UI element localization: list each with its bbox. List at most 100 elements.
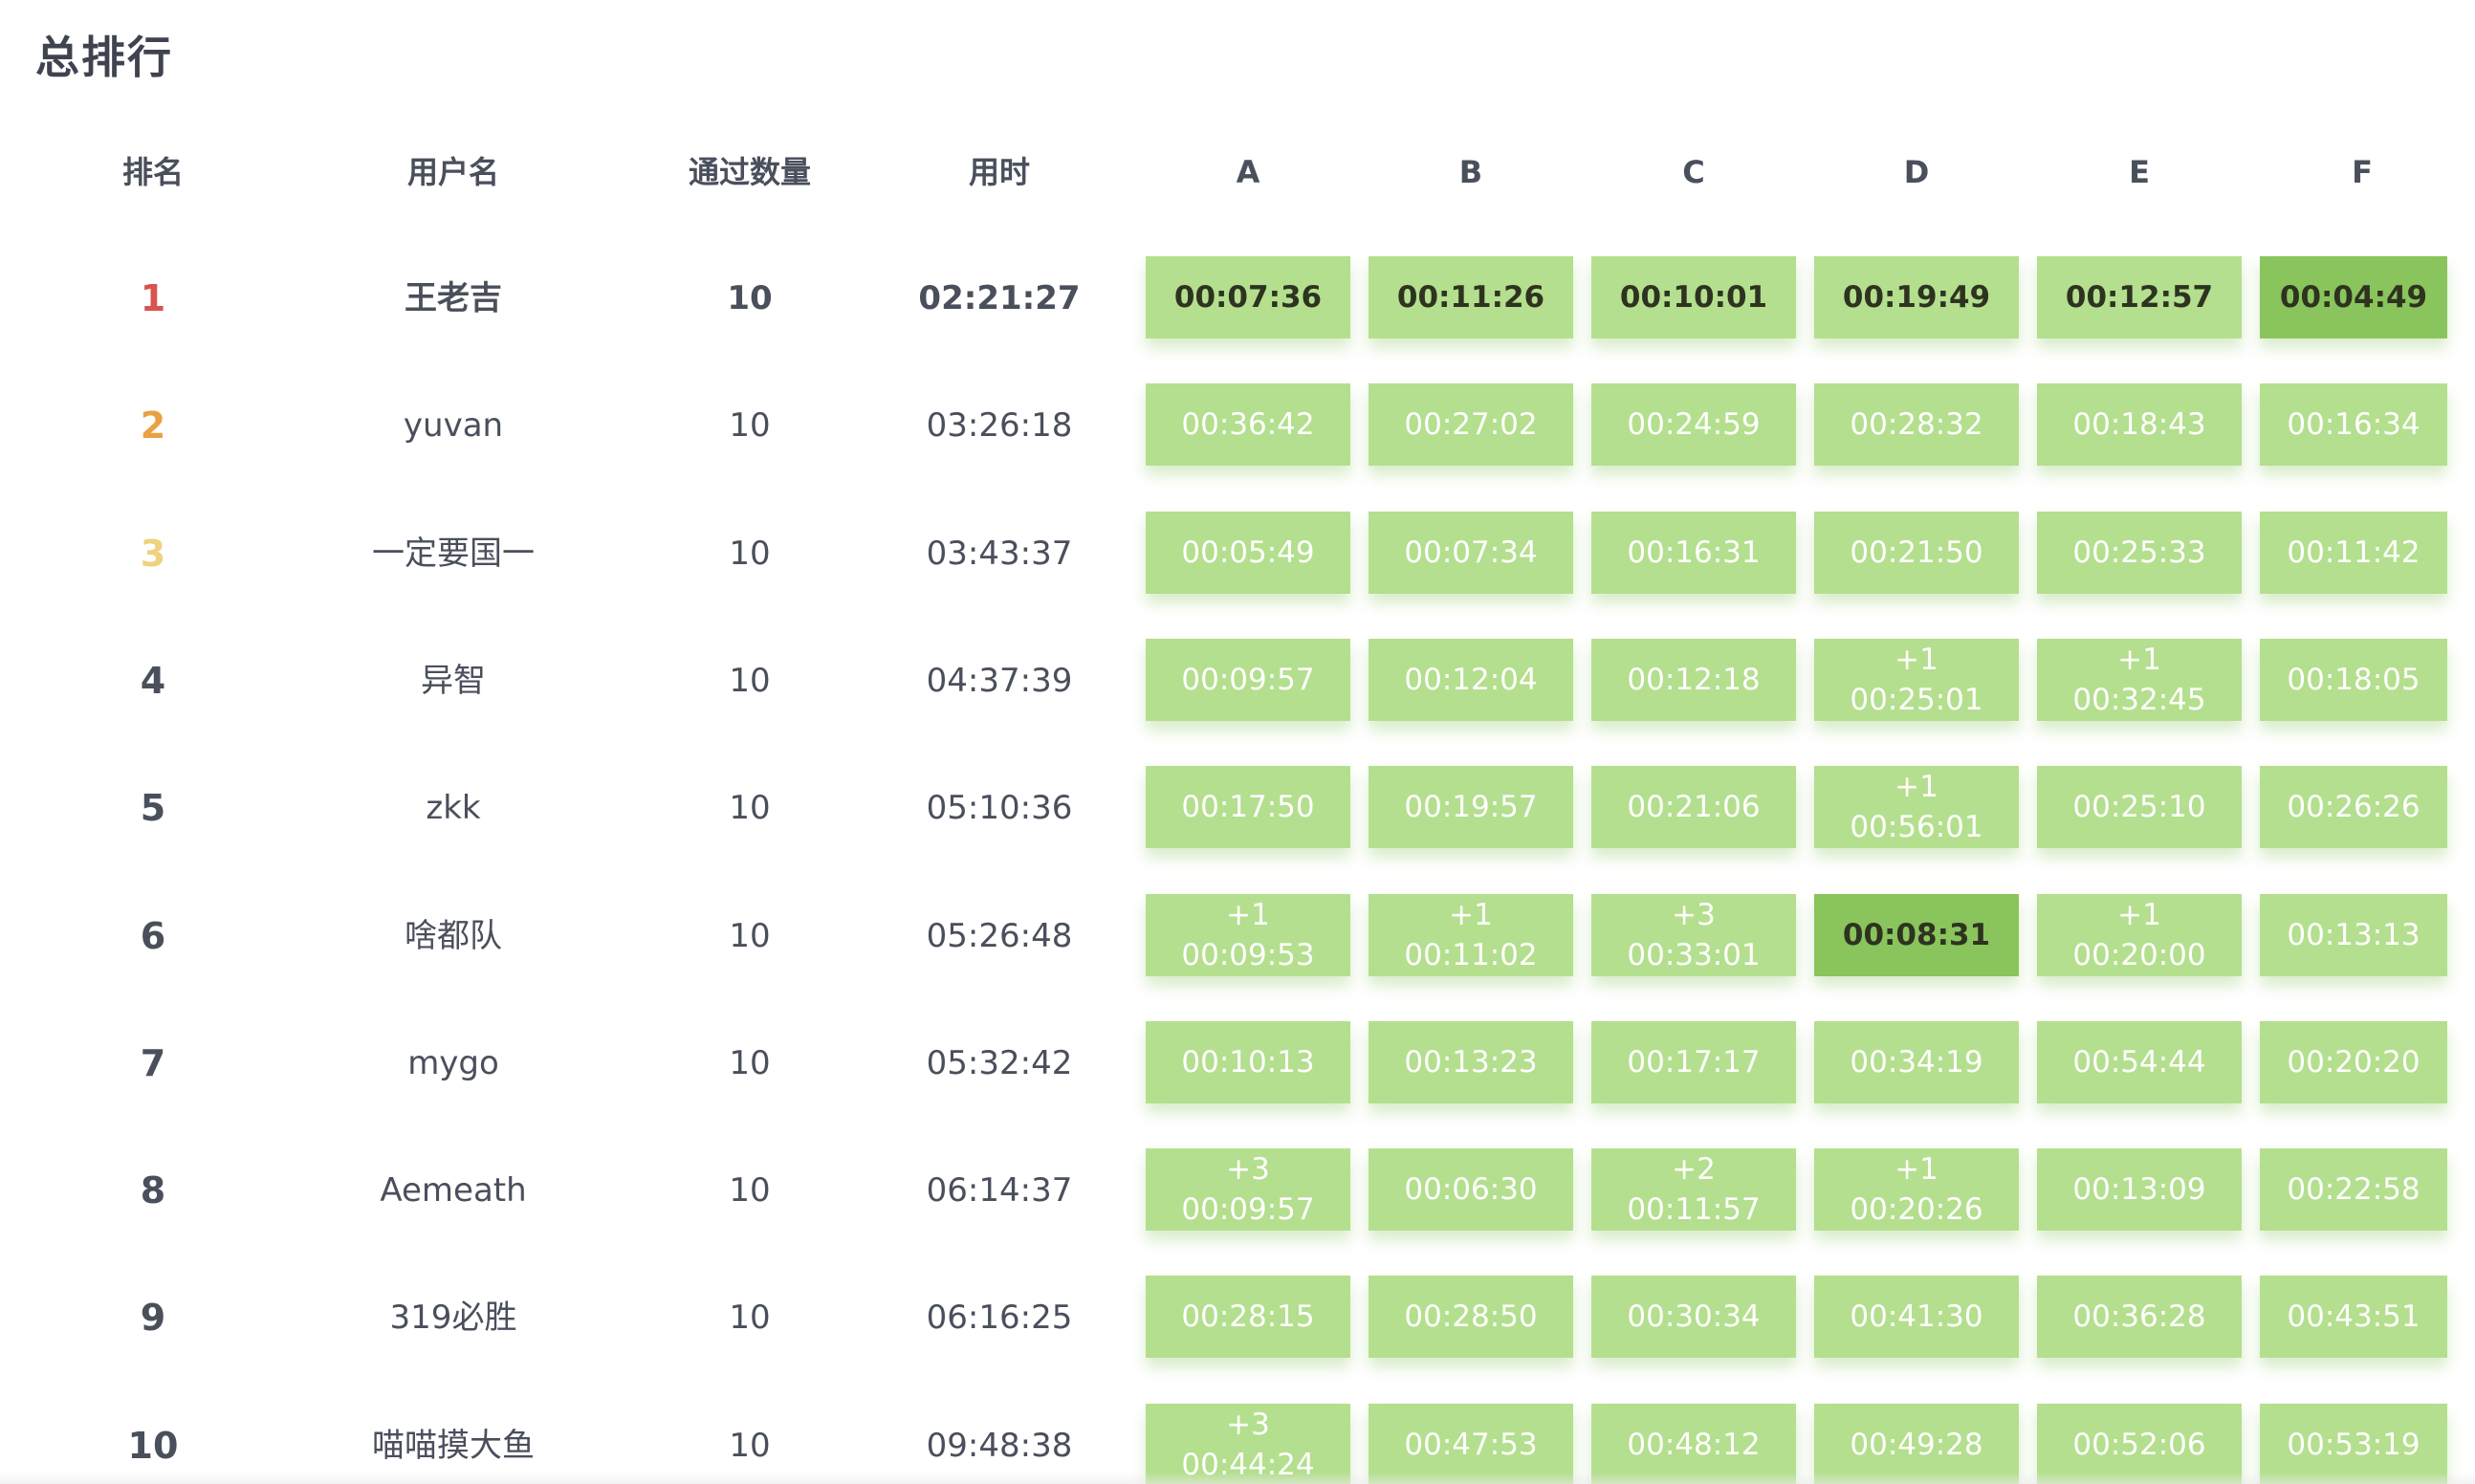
problem-d-result-cell[interactable]: 00:08:31 [1814, 894, 2019, 976]
table-row: 1 王老吉 10 02:21:27 00:07:36 00:11:26 00:10:01 00… [0, 256, 2475, 340]
accept-time: 00:05:49 [1181, 535, 1315, 570]
accept-time: 00:43:51 [2287, 1299, 2420, 1334]
table-row: 2 yuvan 10 03:26:18 00:36:42 00:27:02 00:24:59… [0, 383, 2475, 468]
problem-c-result-cell[interactable]: +2 00:11:57 [1591, 1148, 1796, 1231]
accept-time: 00:54:44 [2072, 1045, 2206, 1080]
rank-cell: 9 [140, 1297, 166, 1339]
problem-a-result-cell[interactable]: 00:05:49 [1146, 512, 1350, 594]
problem-d-result-cell[interactable]: 00:28:32 [1814, 383, 2019, 466]
accept-time: 00:10:01 [1619, 280, 1768, 315]
solved-count-cell: 10 [729, 1171, 771, 1210]
problem-c-result-cell[interactable]: 00:30:34 [1591, 1276, 1796, 1358]
problem-a-result-cell[interactable]: 00:36:42 [1146, 383, 1350, 466]
table-row: 5 zkk 10 05:10:36 00:17:50 00:19:57 00:21:06 +1… [0, 766, 2475, 850]
problem-a-result-cell[interactable]: 00:17:50 [1146, 766, 1350, 848]
header-problem-b[interactable]: B [1459, 143, 1482, 201]
problem-f-result-cell[interactable]: 00:16:34 [2260, 383, 2447, 466]
accept-time: 00:56:01 [1850, 810, 1983, 844]
problem-f-result-cell[interactable]: 00:18:05 [2260, 639, 2447, 721]
problem-e-result-cell[interactable]: 00:25:10 [2037, 766, 2242, 848]
penalty-count: +2 [1672, 1152, 1716, 1187]
problem-f-result-cell[interactable]: 00:26:26 [2260, 766, 2447, 848]
accept-time: 00:20:26 [1850, 1192, 1983, 1227]
username-cell[interactable]: Aemeath [380, 1148, 526, 1233]
header-problem-c[interactable]: C [1682, 143, 1704, 201]
accept-time: 00:16:34 [2287, 407, 2420, 442]
header-problem-f[interactable]: F [2352, 143, 2373, 201]
problem-a-result-cell[interactable]: 00:10:13 [1146, 1021, 1350, 1103]
rank-cell: 1 [140, 277, 166, 319]
problem-e-result-cell[interactable]: 00:18:43 [2037, 383, 2242, 466]
accept-time: 00:28:50 [1404, 1299, 1538, 1334]
problem-c-result-cell[interactable]: 00:24:59 [1591, 383, 1796, 466]
header-rank: 排名 [121, 154, 185, 190]
accept-time: 00:24:59 [1627, 407, 1761, 442]
header-solved: 通过数量 [688, 154, 812, 190]
problem-b-result-cell[interactable]: 00:11:26 [1369, 256, 1573, 338]
problem-e-result-cell[interactable]: 00:13:09 [2037, 1148, 2242, 1231]
solved-count-cell: 10 [729, 1298, 771, 1337]
problem-a-result-cell[interactable]: +1 00:09:53 [1146, 894, 1350, 976]
problem-f-result-cell[interactable]: 00:13:13 [2260, 894, 2447, 976]
problem-b-result-cell[interactable]: 00:07:34 [1369, 512, 1573, 594]
header-username: 用户名 [406, 154, 500, 190]
problem-e-result-cell[interactable]: +1 00:32:45 [2037, 639, 2242, 721]
problem-f-result-cell[interactable]: 00:04:49 [2260, 256, 2447, 338]
username-cell[interactable]: 一定要国一 [372, 512, 535, 596]
accept-time: 00:30:34 [1627, 1299, 1761, 1334]
header-problem-d[interactable]: D [1904, 143, 1930, 201]
username-cell[interactable]: 异智 [421, 639, 486, 723]
problem-e-result-cell[interactable]: 00:54:44 [2037, 1021, 2242, 1103]
accept-time: 00:19:57 [1404, 790, 1538, 824]
problem-c-result-cell[interactable]: 00:17:17 [1591, 1021, 1796, 1103]
username-cell[interactable]: yuvan [404, 383, 503, 468]
problem-b-result-cell[interactable]: +1 00:11:02 [1369, 894, 1573, 976]
header-problem-e[interactable]: E [2129, 143, 2150, 201]
problem-f-result-cell[interactable]: 00:22:58 [2260, 1148, 2447, 1231]
accept-time: 00:12:18 [1627, 663, 1761, 697]
problem-b-result-cell[interactable]: 00:27:02 [1369, 383, 1573, 466]
problem-f-result-cell[interactable]: 00:20:20 [2260, 1021, 2447, 1103]
problem-b-result-cell[interactable]: 00:06:30 [1369, 1148, 1573, 1231]
problem-b-result-cell[interactable]: 00:12:04 [1369, 639, 1573, 721]
username-cell[interactable]: mygo [407, 1021, 499, 1105]
problem-d-result-cell[interactable]: 00:21:50 [1814, 512, 2019, 594]
problem-e-result-cell[interactable]: +1 00:20:00 [2037, 894, 2242, 976]
problem-b-result-cell[interactable]: 00:13:23 [1369, 1021, 1573, 1103]
problem-e-result-cell[interactable]: 00:12:57 [2037, 256, 2242, 338]
problem-d-result-cell[interactable]: +1 00:20:26 [1814, 1148, 2019, 1231]
accept-time: 00:47:53 [1404, 1428, 1538, 1462]
username-cell[interactable]: 啥都队 [405, 894, 502, 978]
problem-c-result-cell[interactable]: 00:16:31 [1591, 512, 1796, 594]
solved-count-cell: 10 [729, 535, 771, 573]
problem-a-result-cell[interactable]: 00:09:57 [1146, 639, 1350, 721]
username-cell[interactable]: 319必胜 [390, 1276, 517, 1360]
problem-a-result-cell[interactable]: 00:07:36 [1146, 256, 1350, 338]
username-cell[interactable]: zkk [426, 766, 480, 850]
solved-count-cell: 10 [729, 406, 771, 445]
problem-f-result-cell[interactable]: 00:11:42 [2260, 512, 2447, 594]
problem-d-result-cell[interactable]: 00:34:19 [1814, 1021, 2019, 1103]
problem-a-result-cell[interactable]: +3 00:09:57 [1146, 1148, 1350, 1231]
problem-c-result-cell[interactable]: 00:10:01 [1591, 256, 1796, 338]
username-cell[interactable]: 王老吉 [405, 256, 502, 340]
problem-f-result-cell[interactable]: 00:43:51 [2260, 1276, 2447, 1358]
problem-d-result-cell[interactable]: +1 00:25:01 [1814, 639, 2019, 721]
accept-time: 00:41:30 [1850, 1299, 1983, 1334]
problem-c-result-cell[interactable]: 00:21:06 [1591, 766, 1796, 848]
problem-b-result-cell[interactable]: 00:28:50 [1369, 1276, 1573, 1358]
accept-time: 00:06:30 [1404, 1172, 1538, 1207]
header-problem-a[interactable]: A [1237, 143, 1260, 201]
problem-d-result-cell[interactable]: 00:19:49 [1814, 256, 2019, 338]
problem-c-result-cell[interactable]: 00:12:18 [1591, 639, 1796, 721]
total-time-cell: 03:26:18 [926, 406, 1073, 445]
problem-a-result-cell[interactable]: 00:28:15 [1146, 1276, 1350, 1358]
problem-e-result-cell[interactable]: 00:25:33 [2037, 512, 2242, 594]
accept-time: 00:18:05 [2287, 663, 2420, 697]
problem-c-result-cell[interactable]: +3 00:33:01 [1591, 894, 1796, 976]
problem-b-result-cell[interactable]: 00:19:57 [1369, 766, 1573, 848]
problem-e-result-cell[interactable]: 00:36:28 [2037, 1276, 2242, 1358]
problem-d-result-cell[interactable]: 00:41:30 [1814, 1276, 2019, 1358]
penalty-count: +3 [1226, 1408, 1270, 1442]
problem-d-result-cell[interactable]: +1 00:56:01 [1814, 766, 2019, 848]
